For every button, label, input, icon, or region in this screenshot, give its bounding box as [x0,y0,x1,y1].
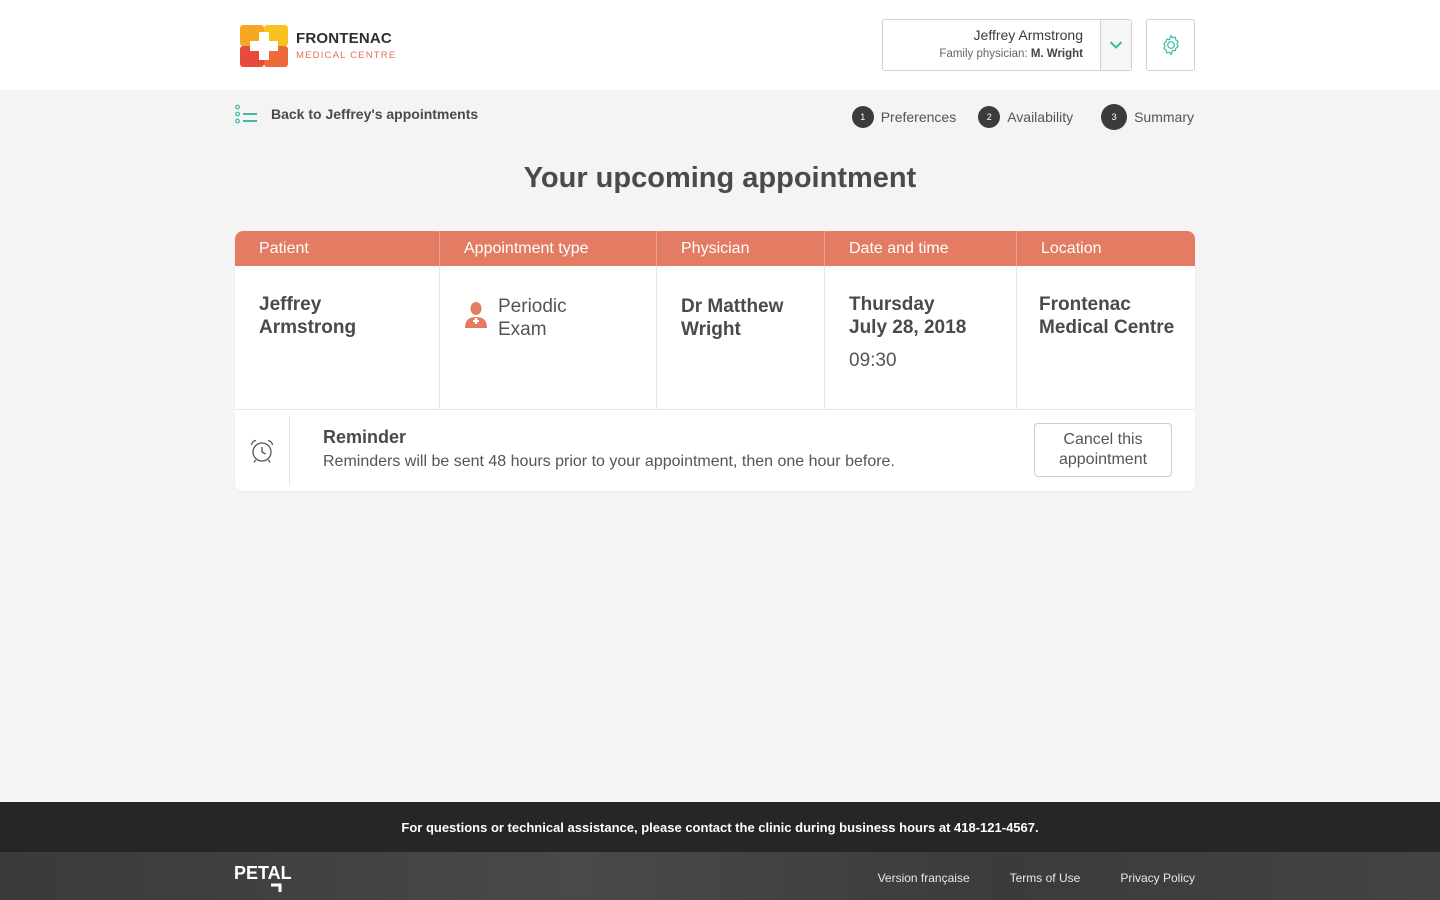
clinic-logo[interactable]: FRONTENAC MEDICAL CENTRE [240,25,396,67]
chevron-down-icon [1109,41,1123,49]
settings-button[interactable] [1146,19,1195,71]
appointment-card: Patient Appointment type Physician Date … [235,231,1195,491]
help-text: For questions or technical assistance, p… [401,819,1039,835]
column-header-location: Location [1041,240,1102,257]
family-physician-name: M. Wright [1030,48,1083,60]
user-dropdown-toggle[interactable] [1100,20,1131,70]
appointment-type-line1: Periodic [498,296,567,317]
petal-brand-text: PETAL [234,863,292,883]
footer-help-bar: For questions or technical assistance, p… [0,802,1440,852]
back-to-appointments-link[interactable]: Back to Jeffrey's appointments [235,104,478,124]
column-header-appointment-type: Appointment type [440,231,657,266]
list-icon [235,104,257,124]
user-selector[interactable]: Jeffrey Armstrong Family physician: M. W… [882,19,1132,71]
reminder-text: Reminders will be sent 48 hours prior to… [323,453,895,470]
date-time-cell: Thursday July 28, 2018 09:30 [825,266,1017,409]
physician-name-line2: Wright [681,319,741,340]
footer-links: Version française Terms of Use Privacy P… [838,871,1195,885]
appointment-time: 09:30 [849,350,897,371]
footer-link-french[interactable]: Version française [878,871,970,885]
step-number: 2 [978,106,1001,128]
table-header: Patient Appointment type Physician Date … [235,231,1195,266]
cancel-appointment-button[interactable]: Cancel this appointment [1034,423,1172,477]
patient-first-name: Jeffrey [259,294,322,315]
location-line1: Frontenac [1039,294,1131,315]
step-number: 3 [1101,104,1128,130]
step-number: 1 [851,106,874,128]
progress-steps: 1 Preferences 2 Availability 3 Summary [851,104,1194,130]
step-label: Summary [1134,109,1194,125]
step-label: Preferences [880,109,957,125]
appointment-type-cell: Periodic Exam [440,266,657,409]
column-header-date-time: Date and time [825,231,1017,266]
reminder-icon-cell [235,416,290,485]
footer-link-terms[interactable]: Terms of Use [1010,871,1081,885]
family-physician: Family physician: M. Wright [939,48,1083,60]
step-summary[interactable]: 3 Summary [1095,104,1194,130]
patient-last-name: Armstrong [259,317,357,338]
reminder-title: Reminder [323,427,407,447]
physician-cell: Dr Matthew Wright [657,266,825,409]
doctor-icon [465,302,487,328]
appointment-day: Thursday [849,294,935,315]
alarm-clock-icon [250,439,274,463]
footer-link-privacy[interactable]: Privacy Policy [1120,871,1195,885]
step-preferences[interactable]: 1 Preferences [851,106,957,128]
user-name: Jeffrey Armstrong [973,27,1083,43]
back-link-label: Back to Jeffrey's appointments [271,106,479,122]
appointment-date: July 28, 2018 [849,317,967,338]
table-row: Jeffrey Armstrong Periodic Exam Dr Matth… [235,266,1195,410]
physician-name-line1: Dr Matthew [681,296,784,317]
clinic-subtitle: MEDICAL CENTRE [296,50,397,62]
petal-logo[interactable]: PETAL [234,862,298,892]
column-header-patient: Patient [235,231,440,266]
footer-bar: PETAL Version française Terms of Use Pri… [0,852,1440,900]
family-physician-label: Family physician: [939,48,1028,60]
patient-cell: Jeffrey Armstrong [235,266,440,409]
step-label: Availability [1007,109,1074,125]
top-header: FRONTENAC MEDICAL CENTRE Jeffrey Armstro… [0,0,1440,90]
location-cell: Frontenac Medical Centre [1017,266,1195,409]
page-title: Your upcoming appointment [523,162,917,194]
reminder-section: Reminder Reminders will be sent 48 hours… [235,410,1195,491]
appointment-type-line2: Exam [498,319,547,340]
clinic-name: FRONTENAC [296,30,392,48]
column-header-physician: Physician [657,231,825,266]
medical-cross-logo-icon [240,25,288,67]
step-availability[interactable]: 2 Availability [978,106,1073,128]
gear-icon [1162,34,1179,56]
location-line2: Medical Centre [1039,317,1175,338]
